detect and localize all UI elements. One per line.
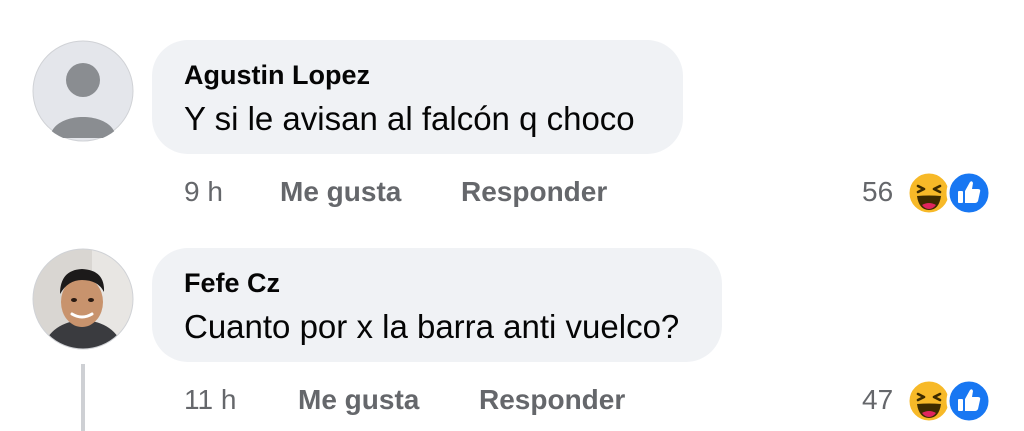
comments-section: Agustin Lopez Y si le avisan al falcón q… <box>0 0 1024 431</box>
comment-author[interactable]: Fefe Cz <box>184 268 280 299</box>
reaction-count[interactable]: 47 <box>862 384 893 416</box>
comment-timestamp[interactable]: 9 h <box>184 176 223 208</box>
comment-timestamp[interactable]: 11 h <box>184 384 236 416</box>
like-button[interactable]: Me gusta <box>298 384 419 416</box>
reaction-count[interactable]: 56 <box>862 176 893 208</box>
reply-button[interactable]: Responder <box>479 384 625 416</box>
like-icon[interactable] <box>946 170 992 216</box>
reply-thread-line <box>81 364 85 431</box>
profile-photo[interactable] <box>32 248 134 350</box>
comment-text: Cuanto por x la barra anti vuelco? <box>184 308 680 345</box>
reply-button[interactable]: Responder <box>461 176 607 208</box>
default-avatar-icon[interactable] <box>32 40 134 142</box>
comment-author[interactable]: Agustin Lopez <box>184 60 370 91</box>
like-icon[interactable] <box>946 378 992 424</box>
comment-text: Y si le avisan al falcón q choco <box>184 100 635 137</box>
like-button[interactable]: Me gusta <box>280 176 401 208</box>
